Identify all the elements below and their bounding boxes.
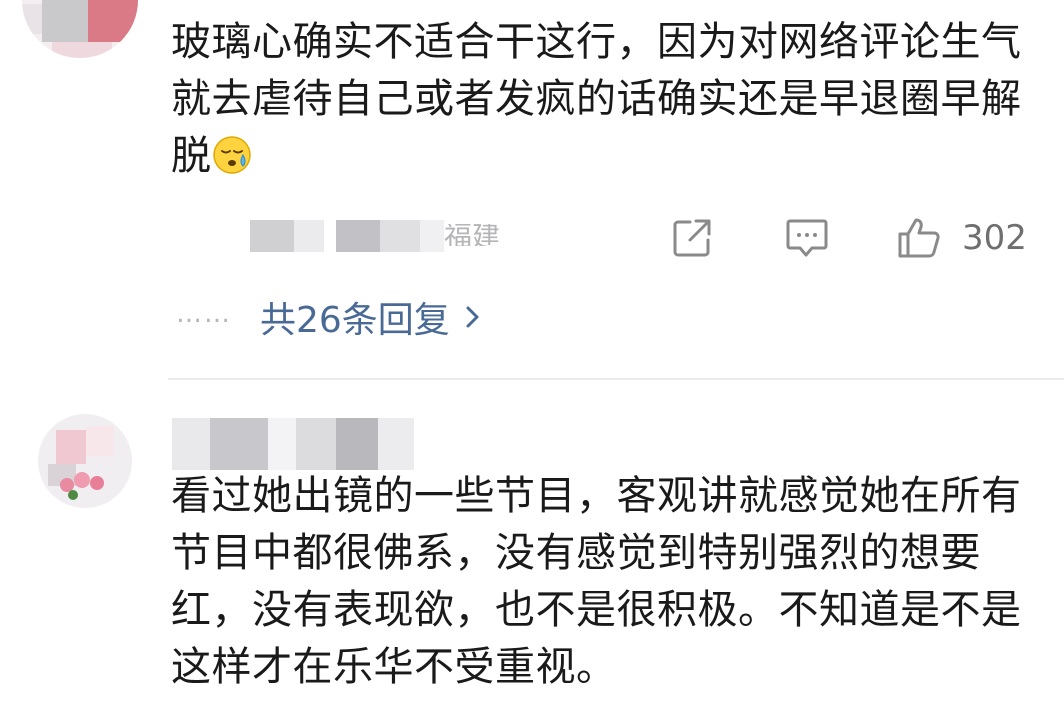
comment-list: 玻璃心确实不适合干这行，因为对网络评论生气就去虐待自己或者发疯的话确实还是早退圈…: [0, 0, 1064, 723]
redacted-block: [380, 220, 420, 252]
redacted-block: [378, 418, 414, 470]
share-button[interactable]: [670, 216, 714, 260]
avatar-pixel-block: [22, 4, 42, 34]
view-replies-link[interactable]: 共26条回复: [260, 291, 450, 343]
location-fragment: 福建: [444, 224, 501, 246]
ellipsis: ……: [176, 299, 232, 329]
redacted-username: [172, 418, 210, 470]
thumbs-up-icon: [898, 218, 940, 258]
chevron-right-icon: [466, 306, 479, 328]
like-count: 302: [962, 218, 1027, 258]
avatar-pixel-block: [42, 0, 88, 42]
avatar-pixel-block: [52, 42, 112, 58]
redacted-block: [296, 418, 336, 470]
redacted-block: [268, 418, 296, 470]
comment-button[interactable]: [784, 216, 830, 260]
comment-icon: [786, 219, 828, 257]
comment-body: 玻璃心确实不适合干这行，因为对网络评论生气就去虐待自己或者发疯的话确实还是早退圈…: [171, 14, 1041, 185]
avatar[interactable]: [22, 0, 138, 58]
avatar-pixel-block: [56, 430, 86, 464]
avatar[interactable]: [38, 414, 132, 508]
redacted-block: [294, 220, 324, 252]
leaf-decoration: [68, 490, 78, 500]
comment-text: 玻璃心确实不适合干这行，因为对网络评论生气就去虐待自己或者发疯的话确实还是早退圈…: [171, 19, 1022, 179]
comment-body: 看过她出镜的一些节目，客观讲就感觉她在所有节目中都很佛系，没有感觉到特别强烈的想…: [171, 468, 1041, 696]
share-icon: [673, 219, 711, 257]
divider: [168, 378, 1064, 380]
flower-decoration: [74, 472, 90, 488]
like-button[interactable]: 302: [896, 216, 1027, 260]
redacted-block: [420, 220, 444, 252]
redacted-block: [336, 418, 378, 470]
avatar-pixel-block: [86, 426, 114, 456]
redacted-username: [250, 220, 294, 252]
redacted-block: [336, 220, 380, 252]
sweat-emoji-icon: [212, 134, 252, 174]
avatar-pixel-block: [88, 0, 138, 42]
comment-meta-row: 福建 302: [250, 212, 1040, 264]
redacted-block: [210, 418, 268, 470]
view-replies-row[interactable]: …… 共26条回复: [176, 292, 482, 342]
flower-decoration: [90, 476, 104, 490]
comment-text: 看过她出镜的一些节目，客观讲就感觉她在所有节目中都很佛系，没有感觉到特别强烈的想…: [171, 473, 1022, 690]
